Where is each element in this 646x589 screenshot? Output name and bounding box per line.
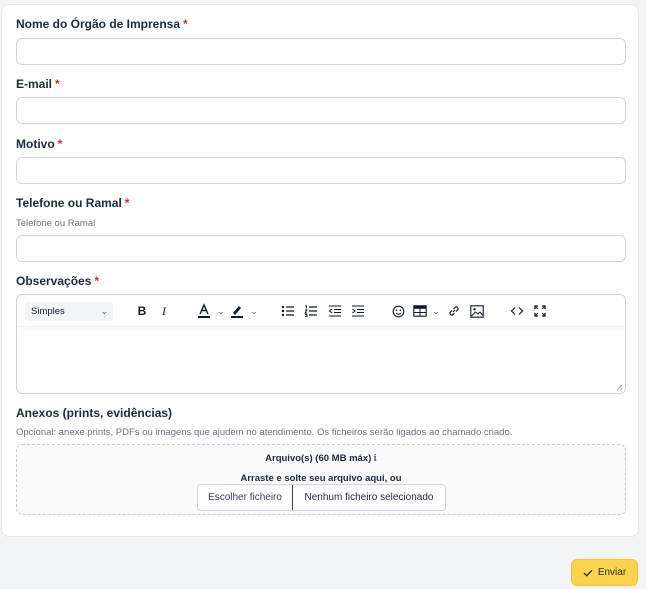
- motivo-label-text: Motivo: [16, 137, 55, 151]
- observacoes-label-text: Observações: [16, 274, 92, 288]
- bullet-list-icon[interactable]: [280, 302, 296, 320]
- required-mark: *: [57, 137, 63, 151]
- email-label: E-mail *: [16, 77, 60, 91]
- orgao-label-text: Nome do Órgão de Imprensa: [16, 17, 181, 31]
- submit-button[interactable]: Enviar: [571, 559, 638, 586]
- check-icon: [583, 569, 593, 577]
- text-color-chevron-icon[interactable]: ⌄: [213, 302, 229, 320]
- dropzone-instructions: Arraste e solte seu arquivo aqui, ou: [240, 473, 402, 484]
- format-select[interactable]: Simples ⌄: [25, 302, 113, 321]
- bold-icon[interactable]: B: [134, 302, 150, 320]
- image-icon[interactable]: [469, 302, 485, 320]
- observacoes-label: Observações *: [16, 274, 99, 288]
- link-icon[interactable]: [446, 302, 462, 320]
- format-select-value: Simples: [31, 306, 65, 317]
- no-file-selected-text: Nenhum ficheiro selecionado: [304, 492, 434, 503]
- resize-handle-icon[interactable]: [615, 383, 623, 391]
- telefone-hint: Telefone ou Ramal: [16, 218, 96, 229]
- request-form-card: Nome do Órgão de Imprensa * E-mail * Motiv…: [1, 4, 639, 537]
- email-label-text: E-mail: [16, 77, 53, 91]
- info-icon[interactable]: ℹ: [373, 453, 377, 464]
- motivo-input[interactable]: [16, 157, 626, 184]
- telefone-input[interactable]: [16, 235, 626, 262]
- required-mark: *: [183, 17, 188, 31]
- required-mark: *: [94, 274, 100, 288]
- orgao-label: Nome do Órgão de Imprensa *: [16, 17, 188, 31]
- fullscreen-icon[interactable]: [532, 302, 548, 320]
- table-icon[interactable]: [412, 302, 428, 320]
- outdent-icon[interactable]: [327, 302, 343, 320]
- numbered-list-icon[interactable]: [303, 302, 319, 320]
- highlight-color-icon[interactable]: [229, 302, 245, 320]
- attachments-hint: Opcional: anexe prints, PDFs ou imagens …: [16, 427, 513, 438]
- attachments-label: Anexos (prints, evidências): [16, 406, 173, 420]
- dropzone-title: Arquivo(s) (60 MB máx) ℹ: [17, 453, 625, 464]
- editor-toolbar: Simples ⌄ B I ⌄ ⌄ ⌄: [17, 295, 625, 327]
- email-input[interactable]: [16, 97, 626, 124]
- emoji-icon[interactable]: [390, 302, 406, 320]
- telefone-label-text: Telefone ou Ramal: [16, 196, 122, 210]
- file-input[interactable]: Escolher ficheiro Nenhum ficheiro seleci…: [197, 484, 446, 511]
- table-chevron-icon[interactable]: ⌄: [428, 302, 444, 320]
- required-mark: *: [124, 196, 130, 210]
- file-dropzone[interactable]: Arquivo(s) (60 MB máx) ℹ Arraste e solte …: [16, 444, 626, 515]
- motivo-label: Motivo *: [16, 137, 62, 151]
- code-view-icon[interactable]: [509, 302, 525, 320]
- observacoes-editor[interactable]: Simples ⌄ B I ⌄ ⌄ ⌄: [16, 294, 626, 394]
- choose-file-button[interactable]: Escolher ficheiro: [198, 485, 293, 510]
- dropzone-title-text: Arquivo(s) (60 MB máx): [265, 453, 372, 464]
- orgao-input[interactable]: [16, 38, 626, 65]
- text-color-icon[interactable]: [196, 302, 212, 320]
- chevron-down-icon: ⌄: [100, 306, 108, 316]
- submit-button-label: Enviar: [597, 567, 627, 578]
- telefone-label: Telefone ou Ramal *: [16, 196, 129, 210]
- highlight-chevron-icon[interactable]: ⌄: [246, 302, 262, 320]
- indent-icon[interactable]: [350, 302, 366, 320]
- italic-icon[interactable]: I: [156, 302, 172, 320]
- required-mark: *: [55, 77, 60, 91]
